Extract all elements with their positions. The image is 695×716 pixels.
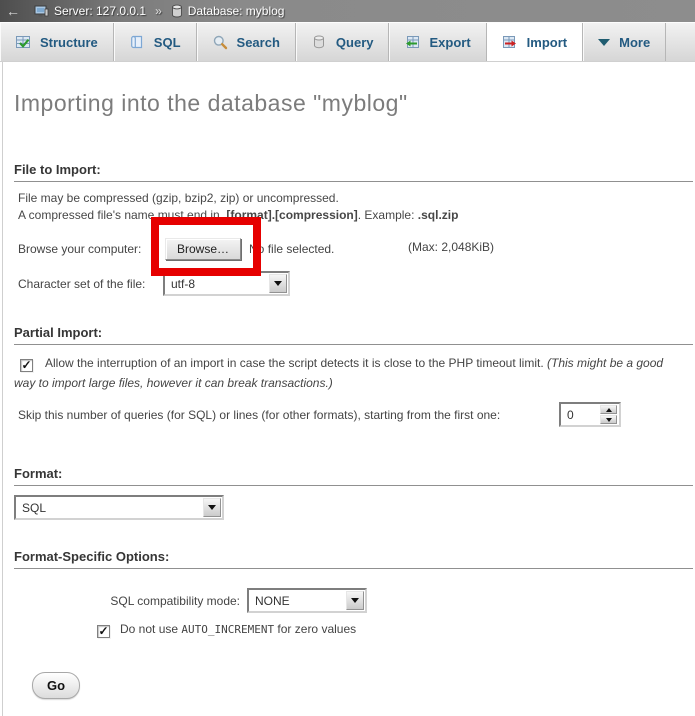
max-upload-size: (Max: 2,048KiB)	[408, 240, 494, 254]
breadcrumb-server[interactable]: Server: 127.0.0.1	[54, 4, 146, 18]
allow-interrupt-checkbox[interactable]: ✓	[20, 359, 33, 372]
charset-selected-value: utf-8	[165, 277, 268, 291]
format-select[interactable]: SQL	[14, 495, 224, 520]
browse-row: Browse your computer: Browse… No file se…	[14, 238, 691, 260]
format-dropdown-button[interactable]	[203, 498, 221, 517]
search-icon	[212, 34, 228, 50]
spinner-down-icon	[606, 418, 612, 422]
filename-pattern: .[format].[compression]	[223, 208, 358, 222]
tab-sql[interactable]: SQL	[114, 23, 197, 61]
skip-queries-value: 0	[561, 408, 600, 422]
page-title: Importing into the database "myblog"	[14, 90, 408, 117]
query-icon	[311, 34, 327, 50]
tab-label: Export	[429, 35, 470, 50]
breadcrumb: Server: 127.0.0.1 » Database: myblog	[34, 4, 284, 18]
auto-increment-label-suffix: for zero values	[274, 622, 356, 636]
compression-info-line: File may be compressed (gzip, bzip2, zip…	[18, 190, 691, 207]
breadcrumb-bar: ← Server: 127.0.0.1 » Database: myblog	[0, 0, 695, 22]
tab-label: Query	[336, 35, 374, 50]
sql-compat-selected-value: NONE	[249, 594, 345, 608]
file-import-description: File may be compressed (gzip, bzip2, zip…	[18, 190, 691, 224]
skip-queries-row: Skip this number of queries (for SQL) or…	[14, 402, 621, 427]
spinner-down-button[interactable]	[600, 415, 617, 424]
skip-queries-label: Skip this number of queries (for SQL) or…	[18, 408, 551, 422]
go-button[interactable]: Go	[32, 672, 80, 699]
tab-label: SQL	[154, 35, 181, 50]
auto-increment-row: ✓ Do not use AUTO_INCREMENT for zero valu…	[97, 622, 356, 638]
import-icon	[502, 34, 518, 50]
tab-export[interactable]: Export	[389, 23, 486, 61]
main-content: Importing into the database "myblog" Fil…	[0, 62, 695, 716]
database-icon	[171, 4, 183, 18]
section-heading-partial-import: Partial Import:	[14, 325, 693, 345]
section-heading-format: Format:	[14, 466, 693, 486]
filename-info-line: A compressed file's name must end in .[f…	[18, 207, 691, 224]
tab-more[interactable]: More	[583, 23, 666, 61]
tab-search[interactable]: Search	[197, 23, 296, 61]
spinner-up-icon	[606, 408, 612, 412]
charset-label: Character set of the file:	[18, 277, 163, 291]
tab-import[interactable]: Import	[487, 23, 583, 61]
sql-icon	[129, 34, 145, 50]
allow-interrupt-label: Allow the interruption of an import in c…	[45, 356, 547, 370]
dropdown-arrow-icon	[351, 598, 359, 603]
no-file-selected-text: No file selected.	[249, 242, 334, 256]
section-heading-format-options: Format-Specific Options:	[14, 549, 693, 569]
skip-queries-input[interactable]: 0	[559, 402, 621, 427]
chevron-down-icon	[598, 39, 610, 46]
spinner-up-button[interactable]	[600, 405, 617, 414]
spinner-buttons	[600, 405, 617, 424]
format-selected-value: SQL	[16, 501, 202, 515]
breadcrumb-database[interactable]: Database: myblog	[188, 4, 285, 18]
charset-row: Character set of the file: utf-8	[14, 271, 290, 296]
tab-structure[interactable]: Structure	[0, 23, 114, 61]
sql-compat-dropdown-button[interactable]	[346, 591, 364, 610]
auto-increment-checkbox[interactable]: ✓	[97, 625, 110, 638]
charset-dropdown-button[interactable]	[269, 274, 287, 293]
content-left-border	[2, 62, 3, 716]
charset-select[interactable]: utf-8	[163, 271, 290, 296]
tab-label: Search	[237, 35, 280, 50]
tab-label: Import	[527, 35, 567, 50]
back-arrow-icon[interactable]: ←	[6, 3, 20, 19]
tab-query[interactable]: Query	[296, 23, 390, 61]
auto-increment-label: Do not use	[120, 622, 181, 636]
dropdown-arrow-icon	[274, 281, 282, 286]
browse-button[interactable]: Browse…	[165, 238, 241, 260]
breadcrumb-separator: »	[155, 4, 162, 18]
tab-label: More	[619, 35, 650, 50]
server-icon	[34, 5, 49, 18]
tab-bar: Structure SQL Search Query	[0, 22, 695, 62]
filename-example: .sql.zip	[418, 208, 459, 222]
dropdown-arrow-icon	[208, 505, 216, 510]
browse-label: Browse your computer:	[18, 242, 165, 256]
section-heading-file-to-import: File to Import:	[14, 162, 693, 182]
sql-compat-select[interactable]: NONE	[247, 588, 367, 613]
export-icon	[404, 34, 420, 50]
auto-increment-code: AUTO_INCREMENT	[181, 623, 274, 636]
structure-icon	[15, 34, 31, 50]
sql-compat-label: SQL compatibility mode:	[0, 594, 240, 608]
tab-label: Structure	[40, 35, 98, 50]
sql-compat-row: SQL compatibility mode: NONE	[0, 588, 367, 613]
allow-interrupt-row: ✓ Allow the interruption of an import in …	[14, 353, 682, 393]
